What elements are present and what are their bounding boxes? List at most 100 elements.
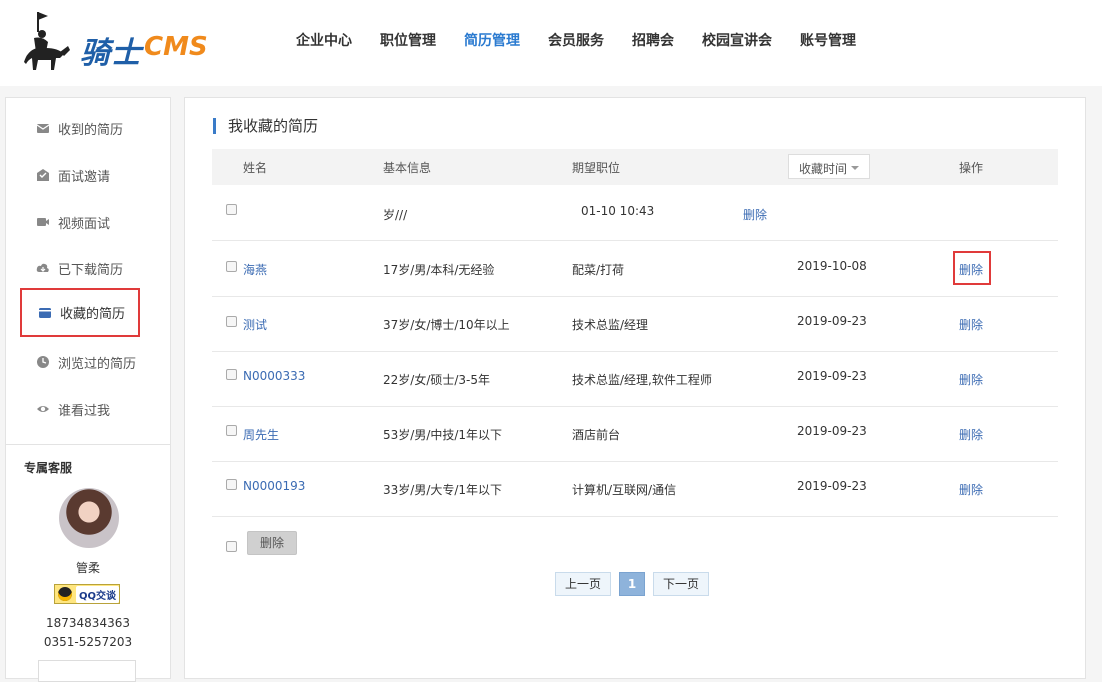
nav-account-management[interactable]: 账号管理 [800,30,856,50]
row-info: 37岁/女/博士/10年以上 [383,318,510,332]
row-checkbox[interactable] [226,425,237,436]
column-header-action: 操作 [959,161,984,175]
sidebar-item-label: 谁看过我 [58,403,111,419]
row-checkbox[interactable] [226,261,237,272]
sort-label: 收藏时间 [799,162,848,176]
invite-icon [37,169,49,181]
chevron-down-icon [851,166,859,170]
sidebar: 收到的简历 面试邀请 视频面试 已下载简历 收藏的简历 浏览过的简历 谁看过我 … [5,97,171,682]
sort-by-time-dropdown[interactable]: 收藏时间 [788,154,870,179]
nav-member-service[interactable]: 会员服务 [548,30,604,50]
main-nav: 企业中心 职位管理 简历管理 会员服务 招聘会 校园宣讲会 账号管理 [296,30,884,50]
row-checkbox[interactable] [226,316,237,327]
sidebar-item-label: 浏览过的简历 [58,356,137,372]
row-info: 22岁/女/硕士/3-5年 [383,373,490,387]
row-position: 技术总监/经理 [572,318,649,332]
row-info: 岁/// [383,208,408,222]
column-header-name: 姓名 [243,161,268,175]
table-row: N0000333 22岁/女/硕士/3-5年 技术总监/经理,软件工程师 201… [212,351,1058,407]
qq-penguin-icon [58,587,72,601]
knight-logo-icon [24,12,70,70]
row-position: 配菜/打荷 [572,263,625,277]
cloud-download-icon [36,263,49,272]
row-info: 33岁/男/大专/1年以下 [383,483,503,497]
row-delete-link[interactable]: 删除 [959,481,983,498]
row-checkbox[interactable] [226,479,237,490]
sidebar-item-label: 已下载简历 [58,262,124,278]
sidebar-item-label: 收藏的简历 [60,307,126,322]
main-panel: 我收藏的简历 姓名 基本信息 期望职位 收藏时间 操作 岁/// 01-10 1… [184,97,1086,679]
row-delete-link[interactable]: 删除 [743,206,767,223]
select-all-checkbox[interactable] [226,541,237,552]
qq-chat-label: QQ交谈 [76,585,119,603]
row-info: 17岁/男/本科/无经验 [383,263,495,277]
nav-job-fair[interactable]: 招聘会 [632,30,674,50]
table-row: 周先生 53岁/男/中技/1年以下 酒店前台 2019-09-23 删除 [212,406,1058,462]
nav-campus-talk[interactable]: 校园宣讲会 [702,30,772,50]
row-time: 2019-10-08 [797,259,867,273]
video-camera-icon [37,218,49,226]
table-row: 测试 37岁/女/博士/10年以上 技术总监/经理 2019-09-23 删除 [212,296,1058,352]
column-header-position: 期望职位 [572,161,621,175]
envelope-icon [36,124,50,133]
row-position: 计算机/互联网/通信 [572,483,677,497]
sidebar-item-received-resumes[interactable]: 收到的简历 [20,109,140,147]
table-row: 海燕 17岁/男/本科/无经验 配菜/打荷 2019-10-08 删除 [212,241,1058,297]
nav-job-management[interactable]: 职位管理 [380,30,436,50]
sidebar-item-video-interview[interactable]: 视频面试 [20,203,140,241]
service-phone: 18734834363 [46,616,130,630]
current-page-button[interactable]: 1 [619,572,645,596]
service-tel: 0351-5257203 [43,635,133,649]
service-name: 管柔 [75,561,100,575]
row-delete-link[interactable]: 删除 [959,371,983,388]
avatar [59,488,119,548]
logo-text-en: CMS [144,32,208,62]
nav-resume-management[interactable]: 简历管理 [464,30,520,50]
logo-text: 骑士 [80,36,142,71]
logo[interactable]: 骑士 CMS [20,8,210,78]
row-delete-link[interactable]: 删除 [959,426,983,443]
prev-page-button[interactable]: 上一页 [555,572,611,596]
clock-icon [37,356,49,368]
row-position: 技术总监/经理,软件工程师 [572,373,712,387]
row-name-link[interactable]: N0000333 [243,369,305,383]
sidebar-item-downloaded-resumes[interactable]: 已下载简历 [20,249,140,287]
service-extra-box [38,660,136,682]
column-header-info: 基本信息 [383,161,432,175]
row-name-link[interactable]: 海燕 [243,261,267,278]
folder-icon [39,307,51,318]
row-delete-link[interactable]: 删除 [959,316,983,333]
sidebar-item-label: 视频面试 [58,216,111,232]
row-checkbox[interactable] [226,204,237,215]
qq-chat-button[interactable]: QQ交谈 [54,584,120,604]
sidebar-item-label: 面试邀请 [58,169,111,185]
row-name-link[interactable]: 测试 [243,316,267,333]
top-header: 骑士 CMS 企业中心 职位管理 简历管理 会员服务 招聘会 校园宣讲会 账号管… [0,0,1102,86]
sidebar-divider [6,444,170,445]
nav-company-center[interactable]: 企业中心 [296,30,352,50]
row-delete-link[interactable]: 删除 [959,261,983,278]
batch-delete-button[interactable]: 删除 [247,531,297,555]
sidebar-item-interview-invites[interactable]: 面试邀请 [20,156,140,194]
sidebar-item-viewed-resumes[interactable]: 浏览过的简历 [20,343,140,381]
page-title: 我收藏的简历 [213,118,318,134]
service-title: 专属客服 [24,461,73,475]
row-time: 01-10 10:43 [581,204,655,218]
table-row: N0000193 33岁/男/大专/1年以下 计算机/互联网/通信 2019-0… [212,461,1058,517]
eye-icon [37,406,49,412]
sidebar-item-who-viewed-me[interactable]: 谁看过我 [20,390,140,428]
row-time: 2019-09-23 [797,424,867,438]
table-row: 岁/// 01-10 10:43 删除 [212,185,1058,241]
row-info: 53岁/男/中技/1年以下 [383,428,503,442]
row-checkbox[interactable] [226,369,237,380]
table-header: 姓名 基本信息 期望职位 收藏时间 操作 [212,149,1058,185]
row-time: 2019-09-23 [797,369,867,383]
row-name-link[interactable]: N0000193 [243,479,305,493]
sidebar-item-label: 收到的简历 [58,122,124,138]
next-page-button[interactable]: 下一页 [653,572,709,596]
row-time: 2019-09-23 [797,314,867,328]
sidebar-item-favorited-resumes[interactable]: 收藏的简历 [20,288,140,337]
row-position: 酒店前台 [572,428,621,442]
row-name-link[interactable]: 周先生 [243,426,279,443]
row-time: 2019-09-23 [797,479,867,493]
